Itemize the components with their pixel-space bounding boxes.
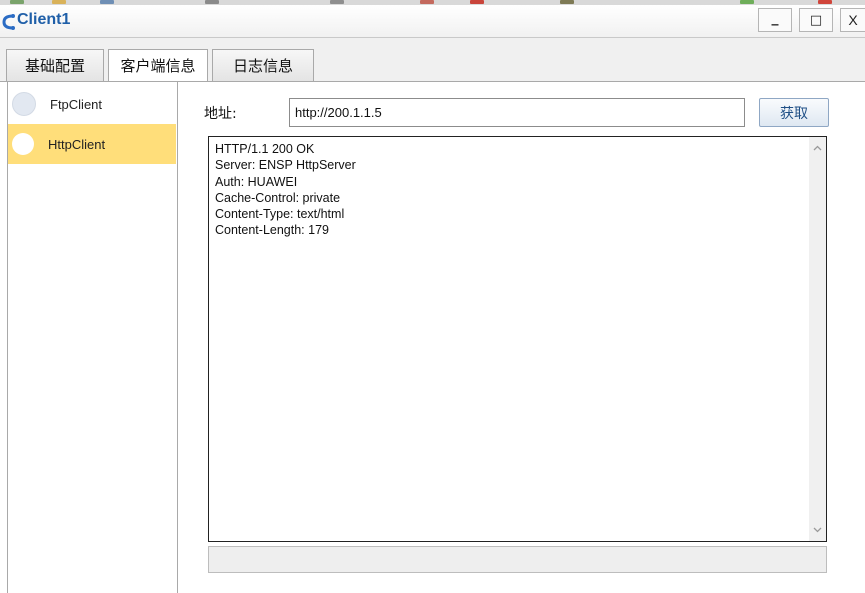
chevron-down-icon[interactable] [809,521,826,538]
address-label: 地址: [204,106,237,122]
tab-client-info[interactable]: 客户端信息 [108,49,208,81]
status-bar [208,546,827,573]
sidebar-item-label: FtpClient [50,96,103,112]
address-input[interactable] [289,98,745,127]
http-client-icon [12,133,34,155]
sidebar-item-label: HttpClient [48,136,106,152]
tab-log-info[interactable]: 日志信息 [212,49,314,81]
title-bar: Client1 _ □ X [0,5,865,38]
response-textarea[interactable]: HTTP/1.1 200 OK Server: ENSP HttpServer … [208,136,827,542]
tab-label: 日志信息 [232,57,293,75]
sidebar-item-httpclient[interactable]: HttpClient [8,124,176,164]
response-text: HTTP/1.1 200 OK Server: ENSP HttpServer … [215,142,356,238]
minimize-button[interactable]: _ [758,8,792,32]
minimize-icon: _ [771,10,779,26]
tab-strip: 基础配置 客户端信息 日志信息 [0,38,865,82]
chevron-up-icon[interactable] [809,139,826,156]
client-info-panel: FtpClient HttpClient 地址: 获取 HTTP/1.1 200… [0,81,865,593]
fetch-button[interactable]: 获取 [759,98,829,127]
sidebar-item-ftpclient[interactable]: FtpClient [8,84,176,124]
close-icon: X [848,12,858,28]
ftp-client-icon [12,92,36,116]
fetch-button-label: 获取 [780,105,808,122]
vertical-scrollbar[interactable] [809,137,826,541]
close-button[interactable]: X [840,8,865,32]
client-type-list: FtpClient HttpClient [7,82,178,593]
window-title: Client1 [17,11,71,28]
tab-label: 基础配置 [24,57,85,75]
app-network-icon [2,14,15,30]
tab-basic-config[interactable]: 基础配置 [6,49,104,81]
maximize-icon: □ [809,12,823,28]
tab-label: 客户端信息 [120,57,196,75]
maximize-button[interactable]: □ [799,8,833,32]
